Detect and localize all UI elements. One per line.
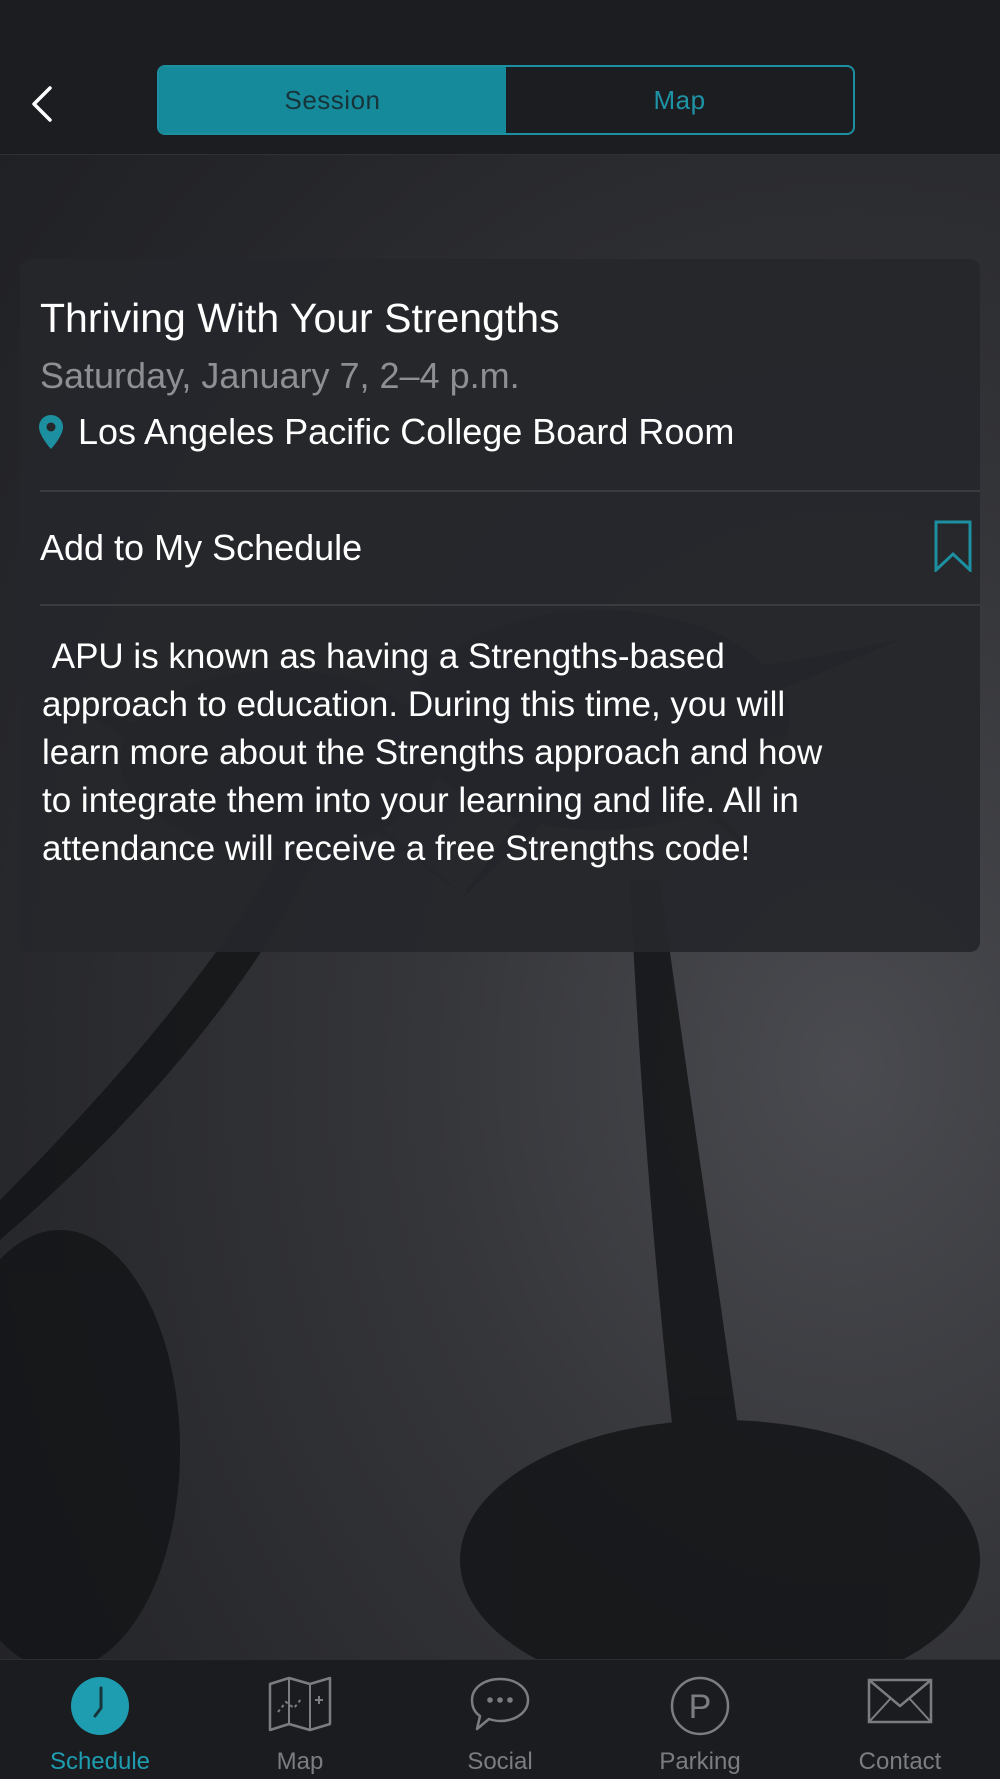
segment-session[interactable]: Session: [159, 67, 506, 133]
session-datetime: Saturday, January 7, 2–4 p.m.: [40, 355, 520, 396]
envelope-icon: [867, 1678, 933, 1724]
add-to-schedule-row[interactable]: Add to My Schedule: [40, 492, 980, 602]
tab-parking[interactable]: P Parking: [600, 1660, 800, 1779]
tab-label: Schedule: [49, 1748, 151, 1775]
back-button[interactable]: [22, 80, 62, 128]
session-map-segmented-control: Session Map: [157, 65, 855, 135]
tab-contact[interactable]: Contact: [800, 1660, 1000, 1779]
tab-label: Parking: [659, 1748, 741, 1775]
location-text: Los Angeles Pacific College Board Room: [78, 411, 735, 452]
session-detail-card: Thriving With Your Strengths Saturday, J…: [20, 259, 980, 952]
session-title: Thriving With Your Strengths: [40, 295, 560, 341]
divider: [40, 604, 980, 606]
tab-label: Contact: [858, 1748, 942, 1775]
bookmark-icon[interactable]: [934, 520, 972, 572]
clock-icon: [71, 1677, 129, 1735]
chevron-left-icon: [32, 86, 52, 122]
map-pin-icon: [39, 415, 63, 449]
navigation-bar: Session Map: [0, 0, 1000, 155]
tab-social[interactable]: Social: [400, 1660, 600, 1779]
svg-text:P: P: [689, 1688, 712, 1726]
session-location: Los Angeles Pacific College Board Room: [38, 411, 734, 453]
tab-label: Social: [467, 1748, 533, 1775]
folded-map-icon: [268, 1676, 332, 1732]
tab-label: Map: [276, 1748, 324, 1775]
bottom-tab-bar: Schedule Map Social P Parking Contact: [0, 1659, 1000, 1779]
tab-schedule[interactable]: Schedule: [0, 1660, 200, 1779]
segment-map[interactable]: Map: [506, 67, 853, 133]
tab-map[interactable]: Map: [200, 1660, 400, 1779]
parking-icon: P: [670, 1676, 730, 1736]
session-description: APU is known as having a Strengths-based…: [42, 637, 823, 868]
add-to-schedule-label: Add to My Schedule: [40, 527, 363, 568]
chat-bubble-icon: [470, 1677, 530, 1731]
